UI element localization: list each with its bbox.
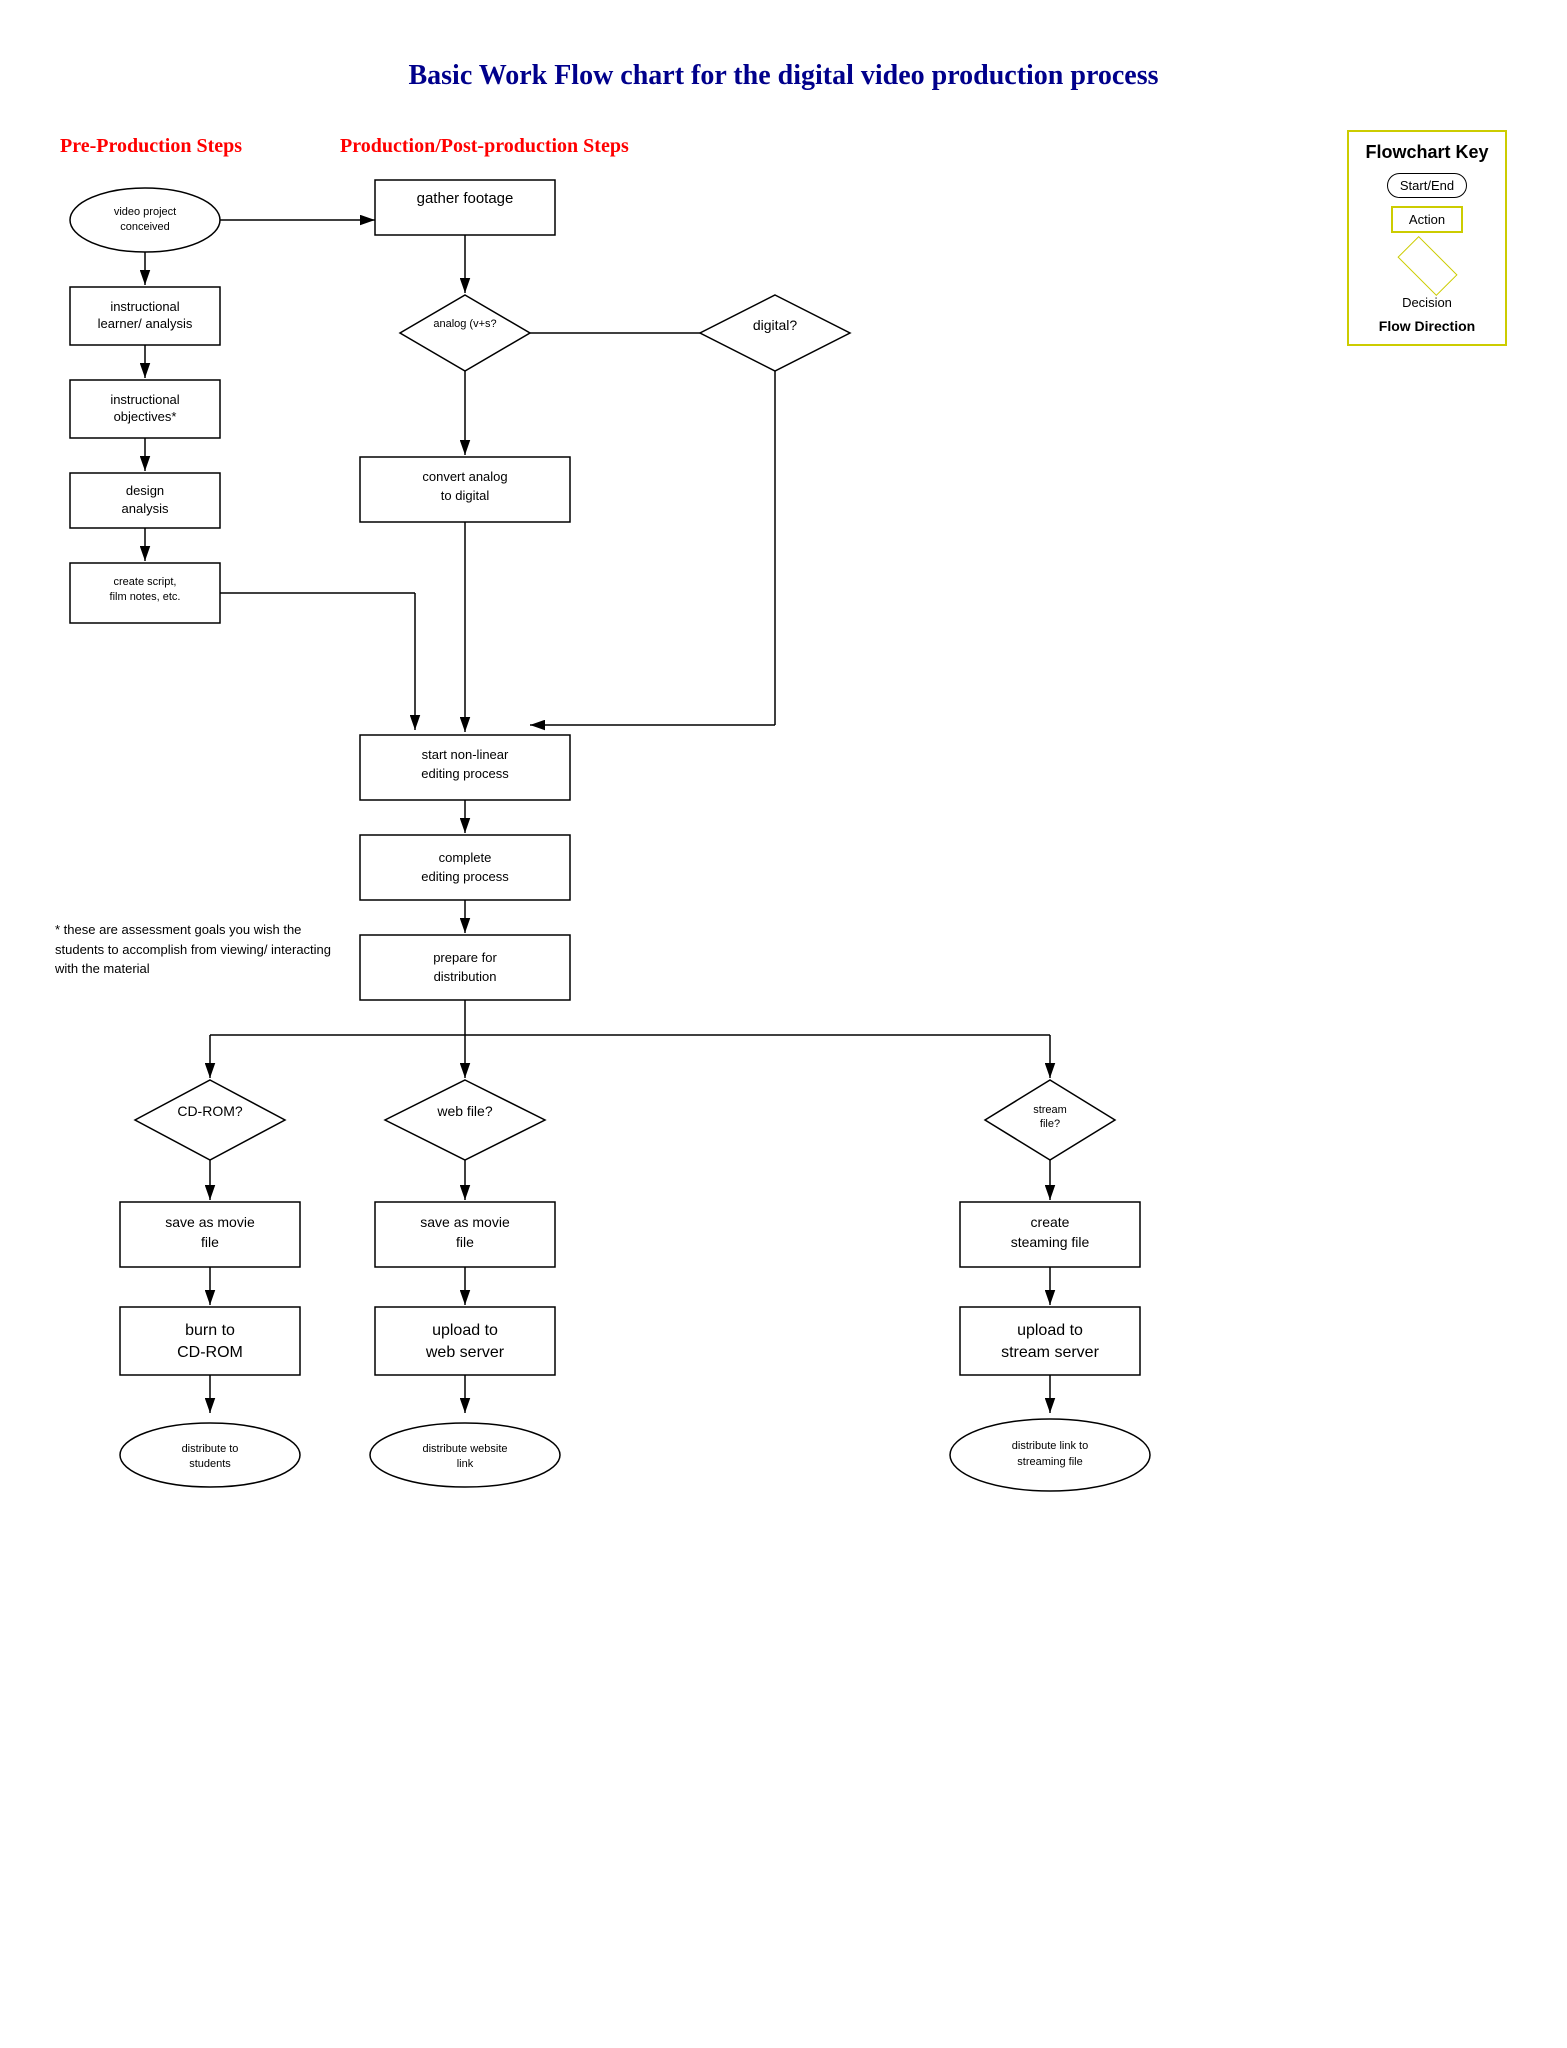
svg-text:analog (v+s?: analog (v+s? xyxy=(433,318,496,330)
svg-text:distribution: distribution xyxy=(434,969,497,984)
flowchart-svg: video project conceived instructional le… xyxy=(0,165,1567,2045)
svg-text:save as movie: save as movie xyxy=(165,1214,255,1230)
svg-text:convert analog: convert analog xyxy=(422,469,507,484)
svg-text:upload to: upload to xyxy=(1017,1322,1083,1339)
svg-text:streaming file: streaming file xyxy=(1017,1456,1082,1468)
svg-text:to digital: to digital xyxy=(441,488,490,503)
svg-text:design: design xyxy=(126,483,164,498)
page-title: Basic Work Flow chart for the digital vi… xyxy=(0,0,1567,122)
svg-text:upload to: upload to xyxy=(432,1322,498,1339)
svg-text:create script,: create script, xyxy=(114,576,177,588)
svg-text:learner/ analysis: learner/ analysis xyxy=(98,316,193,331)
svg-text:stream server: stream server xyxy=(1001,1344,1099,1361)
svg-text:stream: stream xyxy=(1033,1104,1067,1116)
svg-text:analysis: analysis xyxy=(122,501,169,516)
svg-text:burn to: burn to xyxy=(185,1322,235,1339)
svg-text:complete: complete xyxy=(439,850,492,865)
svg-text:file: file xyxy=(201,1234,219,1250)
svg-text:gather footage: gather footage xyxy=(417,190,514,207)
svg-text:editing process: editing process xyxy=(421,766,509,781)
svg-text:distribute to: distribute to xyxy=(182,1443,239,1455)
section-label-prod: Production/Post-production Steps xyxy=(340,135,629,158)
svg-text:editing process: editing process xyxy=(421,869,509,884)
svg-text:CD-ROM?: CD-ROM? xyxy=(177,1103,243,1119)
svg-text:prepare for: prepare for xyxy=(433,950,497,965)
section-label-pre: Pre-Production Steps xyxy=(60,135,242,158)
svg-text:create: create xyxy=(1031,1214,1070,1230)
svg-text:CD-ROM: CD-ROM xyxy=(177,1344,243,1361)
svg-text:file: file xyxy=(456,1234,474,1250)
svg-text:video project: video project xyxy=(114,206,176,218)
svg-text:web server: web server xyxy=(425,1344,505,1361)
svg-text:link: link xyxy=(457,1458,474,1470)
svg-text:digital?: digital? xyxy=(753,317,798,333)
svg-text:conceived: conceived xyxy=(120,221,170,233)
svg-text:students: students xyxy=(189,1458,231,1470)
svg-text:save as movie: save as movie xyxy=(420,1214,510,1230)
svg-text:steaming file: steaming file xyxy=(1011,1234,1090,1250)
svg-text:web file?: web file? xyxy=(436,1103,492,1119)
svg-text:instructional: instructional xyxy=(110,299,179,314)
svg-text:distribute website: distribute website xyxy=(423,1443,508,1455)
svg-text:instructional: instructional xyxy=(110,392,179,407)
svg-text:film notes, etc.: film notes, etc. xyxy=(110,591,181,603)
svg-text:file?: file? xyxy=(1040,1118,1060,1130)
key-title: Flowchart Key xyxy=(1359,142,1495,163)
svg-text:start non-linear: start non-linear xyxy=(422,747,509,762)
svg-text:distribute link to: distribute link to xyxy=(1012,1440,1088,1452)
svg-text:objectives*: objectives* xyxy=(114,409,177,424)
